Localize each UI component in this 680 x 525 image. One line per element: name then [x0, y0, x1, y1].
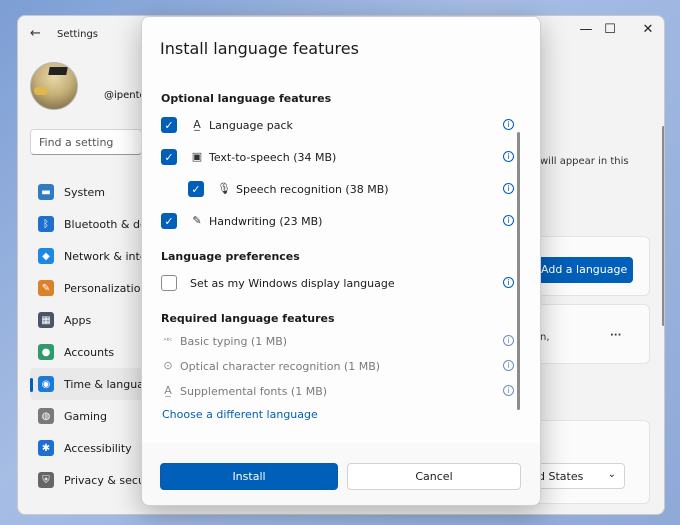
pen-tablet-icon: ✎: [192, 214, 202, 227]
username: @ipente: [104, 90, 146, 101]
info-icon[interactable]: i: [503, 183, 514, 194]
duck-beak-shape: [34, 87, 48, 95]
avatar[interactable]: [30, 62, 78, 110]
sidebar-item-time-language[interactable]: ◉ Time & language: [30, 368, 145, 400]
monitor-icon: ▬: [38, 184, 54, 200]
background-hint-text: will appear in this: [540, 156, 629, 167]
bluetooth-icon: ᛒ: [38, 216, 54, 232]
add-language-button[interactable]: Add a language: [533, 257, 633, 283]
microphone-icon: 🎙︎: [217, 182, 231, 195]
abc-check-icon: ᴬᴮᶜ: [163, 337, 173, 345]
region-select[interactable]: d States ⌄: [533, 463, 625, 489]
sidebar-item-personalization[interactable]: ✎ Personalization: [30, 272, 145, 304]
sidebar-item-label: Accounts: [64, 345, 115, 359]
choose-language-link[interactable]: Choose a different language: [162, 408, 318, 421]
info-icon[interactable]: i: [503, 360, 514, 371]
apps-icon: ▦: [38, 312, 54, 328]
checkbox[interactable]: ✓: [161, 117, 177, 133]
sidebar-item-accessibility[interactable]: ✱ Accessibility: [30, 432, 145, 464]
shield-icon: ⛨: [38, 472, 54, 488]
feature-label: Text-to-speech (34 MB): [209, 151, 337, 164]
sidebar-item-privacy-security[interactable]: ⛨ Privacy & security: [30, 464, 145, 496]
preference-label: Set as my Windows display language: [190, 277, 395, 290]
dialog-scrollbar[interactable]: [517, 132, 520, 410]
chevron-down-icon: ⌄: [607, 469, 616, 480]
checkbox[interactable]: [161, 275, 177, 291]
info-icon[interactable]: i: [503, 385, 514, 396]
info-icon[interactable]: i: [503, 151, 514, 162]
feature-label: Speech recognition (38 MB): [236, 183, 389, 196]
cancel-button[interactable]: Cancel: [347, 463, 521, 490]
search-input[interactable]: Find a setting: [30, 129, 142, 155]
speech-bubble-icon: ▣: [191, 150, 203, 163]
sidebar-item-label: Apps: [64, 313, 92, 327]
install-language-dialog: Install language features Optional langu…: [141, 16, 541, 506]
sidebar-item-label: System: [64, 185, 106, 199]
preferences-heading: Language preferences: [161, 250, 300, 263]
required-row-fonts: A̲ Supplemental fonts (1 MB) i: [142, 379, 522, 403]
background-card: [533, 304, 650, 364]
feature-row-language-pack[interactable]: ✓ A̲ Language pack i: [142, 113, 522, 137]
graduation-cap-icon: [48, 67, 68, 75]
sidebar-item-label: Personalization: [64, 281, 145, 295]
close-icon[interactable]: ✕: [636, 22, 660, 37]
brush-icon: ✎: [38, 280, 54, 296]
sidebar-item-accounts[interactable]: ● Accounts: [30, 336, 145, 368]
feature-row-speech-recognition[interactable]: ✓ 🎙︎ Speech recognition (38 MB) i: [142, 177, 522, 201]
checkbox[interactable]: ✓: [161, 149, 177, 165]
optional-features-heading: Optional language features: [161, 92, 332, 105]
sidebar-item-bluetooth-devices[interactable]: ᛒ Bluetooth & devices: [30, 208, 145, 240]
feature-row-handwriting[interactable]: ✓ ✎ Handwriting (23 MB) i: [142, 209, 522, 233]
region-select-value: d States: [538, 470, 584, 483]
feature-label: Handwriting (23 MB): [209, 215, 323, 228]
app-title: Settings: [57, 29, 99, 40]
sidebar-item-network-internet[interactable]: ◆ Network & internet: [30, 240, 145, 272]
info-icon[interactable]: i: [503, 335, 514, 346]
sidebar-item-label: Time & language: [64, 377, 145, 391]
background-snippet: n,: [540, 332, 550, 343]
dialog-body: Install language features Optional langu…: [142, 17, 540, 443]
sidebar-item-label: Accessibility: [64, 441, 132, 455]
info-icon[interactable]: i: [503, 277, 514, 288]
language-pack-icon: A̲: [193, 118, 201, 131]
wifi-icon: ◆: [38, 248, 54, 264]
required-row-ocr: ⊙ Optical character recognition (1 MB) i: [142, 354, 522, 378]
preference-row-display-language[interactable]: Set as my Windows display language i: [142, 271, 522, 295]
accessibility-icon: ✱: [38, 440, 54, 456]
camera-icon: ⊙: [163, 359, 173, 372]
background-card: [533, 420, 650, 504]
sidebar-item-apps[interactable]: ▦ Apps: [30, 304, 145, 336]
required-row-basic-typing: ᴬᴮᶜ Basic typing (1 MB) i: [142, 329, 522, 353]
globe-clock-icon: ◉: [38, 376, 54, 392]
controller-icon: ◍: [38, 408, 54, 424]
person-icon: ●: [38, 344, 54, 360]
dialog-title: Install language features: [160, 39, 359, 58]
required-features-heading: Required language features: [161, 312, 335, 325]
back-arrow-icon[interactable]: ←: [30, 26, 41, 41]
checkbox[interactable]: ✓: [161, 213, 177, 229]
minimize-icon[interactable]: —: [574, 22, 598, 37]
required-label: Basic typing (1 MB): [180, 335, 288, 348]
more-options-icon[interactable]: ···: [610, 330, 621, 341]
info-icon[interactable]: i: [503, 215, 514, 226]
install-button[interactable]: Install: [160, 463, 338, 490]
sidebar-item-gaming[interactable]: ◍ Gaming: [30, 400, 145, 432]
info-icon[interactable]: i: [503, 119, 514, 130]
maximize-icon[interactable]: ☐: [598, 22, 622, 37]
required-label: Optical character recognition (1 MB): [180, 360, 381, 373]
sidebar-item-label: Bluetooth & devices: [64, 217, 145, 231]
sidebar-item-label: Network & internet: [64, 249, 145, 263]
required-label: Supplemental fonts (1 MB): [180, 385, 328, 398]
feature-label: Language pack: [209, 119, 293, 132]
sidebar-nav: ▬ System ᛒ Bluetooth & devices ◆ Network & in…: [30, 176, 145, 496]
checkbox[interactable]: ✓: [188, 181, 204, 197]
settings-scrollbar[interactable]: [662, 126, 664, 326]
feature-row-text-to-speech[interactable]: ✓ ▣ Text-to-speech (34 MB) i: [142, 145, 522, 169]
sidebar-item-system[interactable]: ▬ System: [30, 176, 145, 208]
sidebar-item-label: Gaming: [64, 409, 107, 423]
font-icon: A̲: [164, 384, 172, 397]
sidebar-item-label: Privacy & security: [64, 473, 145, 487]
